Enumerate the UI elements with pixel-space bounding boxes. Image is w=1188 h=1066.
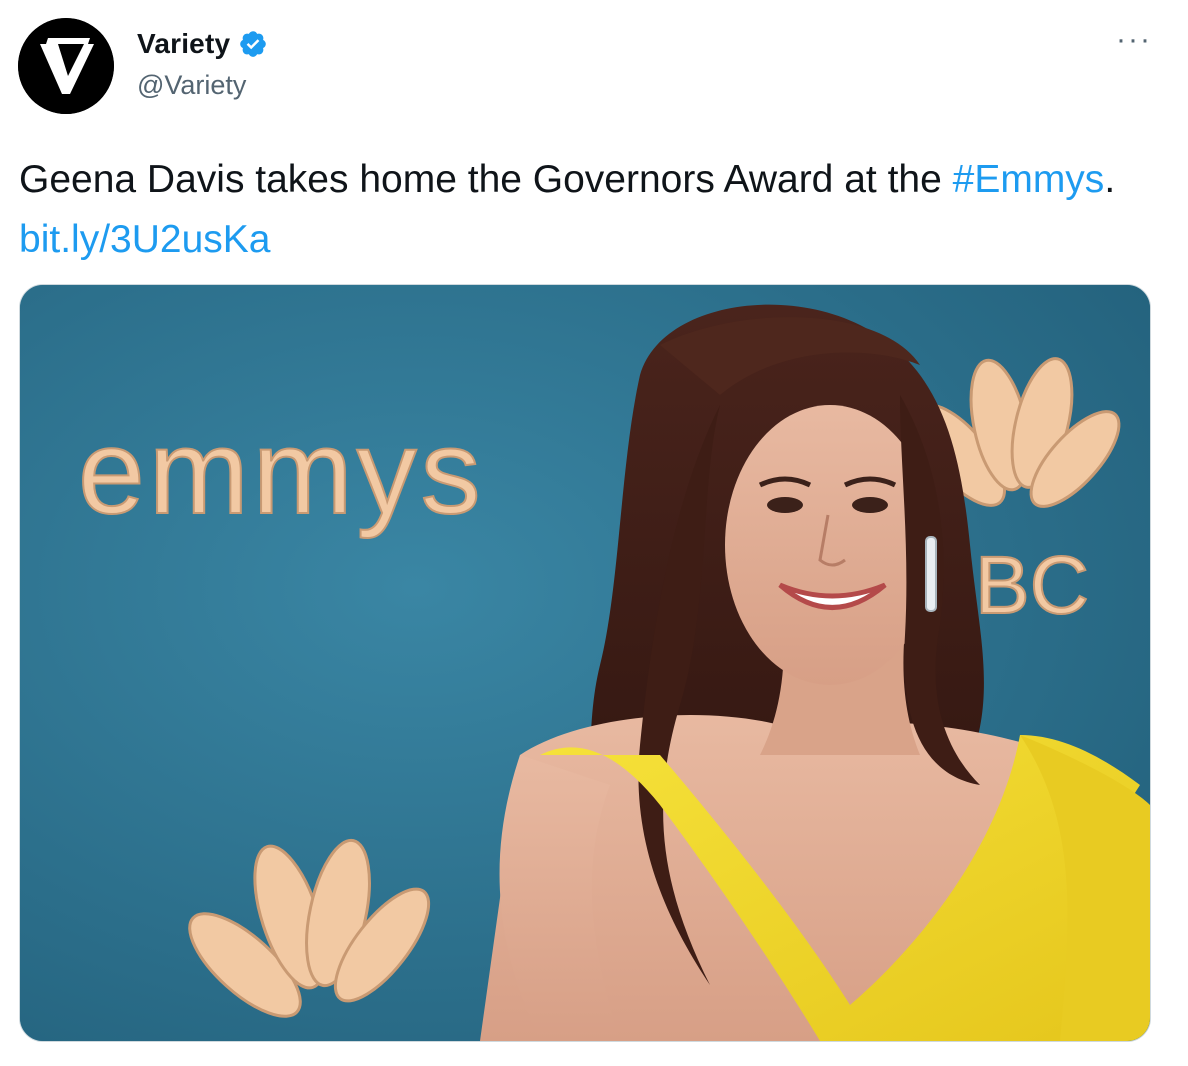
author-display-name[interactable]: Variety [137,28,230,60]
author-avatar[interactable] [18,18,114,114]
backdrop-emmys-text: emmys [78,405,485,539]
tweet-text-separator: . [1104,158,1116,201]
more-options-icon[interactable]: ··· [1116,25,1152,55]
tweet-text-main: Geena Davis takes home the Governors Awa… [19,158,953,201]
author-name-row: Variety [137,28,268,60]
backdrop-logo-text: BC [975,540,1089,631]
photo-illustration: emmys BC [20,285,1150,1041]
verified-badge-icon [240,31,267,57]
tweet-photo[interactable]: emmys BC [19,284,1151,1042]
url-link[interactable]: bit.ly/3U2usKa [19,218,270,261]
hashtag-link[interactable]: #Emmys [953,158,1105,201]
variety-v-logo-icon [18,18,114,114]
tweet-text: Geena Davis takes home the Governors Awa… [19,150,1159,270]
author-handle[interactable]: @Variety [137,70,246,101]
